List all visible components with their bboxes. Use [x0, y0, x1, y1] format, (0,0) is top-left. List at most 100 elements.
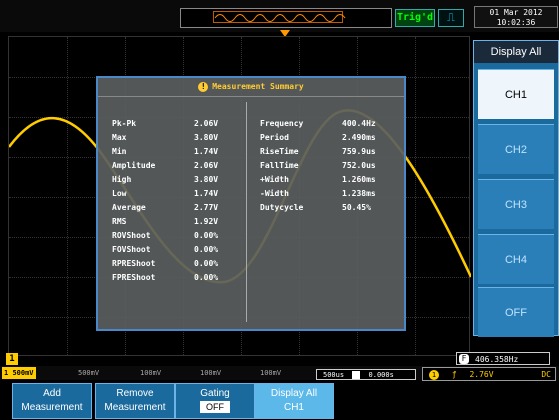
rising-slope-icon: ƒ — [451, 370, 457, 379]
measurement-value: 0.00% — [194, 273, 219, 282]
ch3-scale[interactable]: 100mV — [140, 367, 161, 379]
measurement-label: FallTime — [260, 161, 299, 170]
measurement-row: Frequency 400.4Hz — [260, 118, 400, 129]
measurement-label: Pk-Pk — [112, 119, 137, 128]
position-value: 0.000s — [368, 371, 394, 379]
measurement-row: ROVShoot 0.00% — [112, 230, 252, 241]
measurement-row: FallTime 752.0us — [260, 160, 400, 171]
measurement-row: RPREShoot 0.00% — [112, 258, 252, 269]
measurement-value: 3.80V — [194, 175, 219, 184]
ch5-scale[interactable]: 100mV — [260, 367, 281, 379]
frequency-value: 406.358Hz — [475, 355, 519, 364]
measurement-label: Period — [260, 133, 289, 142]
softkey-label: Add — [43, 388, 61, 399]
menu-item-off[interactable]: OFF — [478, 287, 554, 337]
ch1-scale[interactable]: 1 500mV — [2, 367, 36, 379]
panel-title: ! Measurement Summary — [98, 82, 404, 92]
horizontal-position-icon — [352, 371, 361, 379]
f-icon: F — [459, 354, 469, 364]
ch1-scale-value: 500mV — [12, 369, 34, 377]
measurement-value: 400.4Hz — [342, 119, 376, 128]
ch1-ground-marker[interactable]: 1 — [6, 353, 18, 365]
measurement-value: 2.06V — [194, 119, 219, 128]
menu-item-ch3[interactable]: CH3 — [478, 179, 554, 229]
gating-button[interactable]: Gating OFF — [175, 383, 255, 419]
measurement-label: -Width — [260, 189, 289, 198]
measurement-row: RiseTime 759.9us — [260, 146, 400, 157]
measurement-label: Amplitude — [112, 161, 156, 170]
ch4-scale[interactable]: 100mV — [200, 367, 221, 379]
measurement-value: 1.92V — [194, 217, 219, 226]
measurement-row: High 3.80V — [112, 174, 252, 185]
ch2-scale[interactable]: 500mV — [78, 367, 99, 379]
measurement-value: 1.238ms — [342, 189, 376, 198]
trigger-status-badge: Trig'd — [395, 9, 435, 27]
measurement-label: High — [112, 175, 132, 184]
softkey-label: Measurement — [104, 402, 166, 413]
menu-title: Display All — [474, 41, 558, 63]
measurement-value: 1.260ms — [342, 175, 376, 184]
measurement-row: Average 2.77V — [112, 202, 252, 213]
softkey-label: Display All — [270, 388, 318, 399]
measurement-row: Amplitude 2.06V — [112, 160, 252, 171]
measurement-row: FPREShoot 0.00% — [112, 272, 252, 283]
time-text: 10:02:36 — [496, 18, 536, 27]
gating-value: OFF — [200, 401, 230, 413]
timebase-value: 500us — [323, 371, 345, 379]
menu-item-ch2[interactable]: CH2 — [478, 124, 554, 174]
measurement-value: 0.00% — [194, 245, 219, 254]
display-all-button[interactable]: Display All CH1 — [254, 383, 334, 419]
divider — [98, 96, 404, 97]
measurement-value: 2.490ms — [342, 133, 376, 142]
measurement-label: Frequency — [260, 119, 304, 128]
measurement-value: 50.45% — [342, 203, 371, 212]
trigger-info[interactable]: 1 ƒ 2.76V DC — [422, 367, 556, 381]
measurement-row: RMS 1.92V — [112, 216, 252, 227]
measurement-row: Dutycycle 50.45% — [260, 202, 400, 213]
status-header: Trig'd ⎍ 01 Mar 2012 10:02:36 — [0, 0, 559, 32]
measurement-label: Average — [112, 203, 146, 212]
memory-bar — [180, 8, 392, 28]
measurement-row: FOVShoot 0.00% — [112, 244, 252, 255]
rising-edge-icon: ⎍ — [438, 9, 464, 27]
softkey-label: Gating — [200, 388, 230, 399]
trigger-source-icon: 1 — [429, 369, 439, 380]
measurement-value: 2.77V — [194, 203, 219, 212]
trigger-level-value: 2.76V — [469, 370, 494, 379]
memory-waveform — [214, 14, 346, 22]
remove-measurement-button[interactable]: Remove Measurement — [95, 383, 175, 419]
datetime-display: 01 Mar 2012 10:02:36 — [474, 6, 558, 28]
softkey-label: Measurement — [21, 402, 83, 413]
measurement-label: RiseTime — [260, 147, 299, 156]
measurement-summary-panel: ! Measurement Summary Pk-Pk 2.06V Max 3.80V M… — [96, 76, 406, 331]
measurement-row: Low 1.74V — [112, 188, 252, 199]
measurement-label: Min — [112, 147, 127, 156]
add-measurement-button[interactable]: Add Measurement — [12, 383, 92, 419]
timebase-display[interactable]: 500us 0.000s — [316, 369, 416, 380]
measurement-row: -Width 1.238ms — [260, 188, 400, 199]
measurement-label: RPREShoot — [112, 259, 156, 268]
measurement-label: Max — [112, 133, 127, 142]
coupling-value: DC — [541, 370, 551, 379]
frequency-counter: F 406.358Hz — [456, 352, 550, 365]
measurement-label: Low — [112, 189, 127, 198]
measurement-label: FOVShoot — [112, 245, 151, 254]
measurement-label: FPREShoot — [112, 273, 156, 282]
measurement-value: 2.06V — [194, 161, 219, 170]
measurement-row: Max 3.80V — [112, 132, 252, 143]
menu-item-ch4[interactable]: CH4 — [478, 234, 554, 284]
display-all-menu: Display All CH1 CH2 CH3 CH4 OFF — [473, 40, 559, 337]
measurement-value: 0.00% — [194, 259, 219, 268]
measurement-value: 759.9us — [342, 147, 376, 156]
measurement-value: 0.00% — [194, 231, 219, 240]
measurement-row: Pk-Pk 2.06V — [112, 118, 252, 129]
measurement-label: ROVShoot — [112, 231, 151, 240]
measurement-label: +Width — [260, 175, 289, 184]
measurement-row: Min 1.74V — [112, 146, 252, 157]
measurement-row: Period 2.490ms — [260, 132, 400, 143]
panel-title-text: Measurement Summary — [212, 82, 304, 91]
menu-item-ch1[interactable]: CH1 — [478, 69, 554, 119]
measurement-value: 1.74V — [194, 147, 219, 156]
measurement-value: 1.74V — [194, 189, 219, 198]
measurement-value: 3.80V — [194, 133, 219, 142]
